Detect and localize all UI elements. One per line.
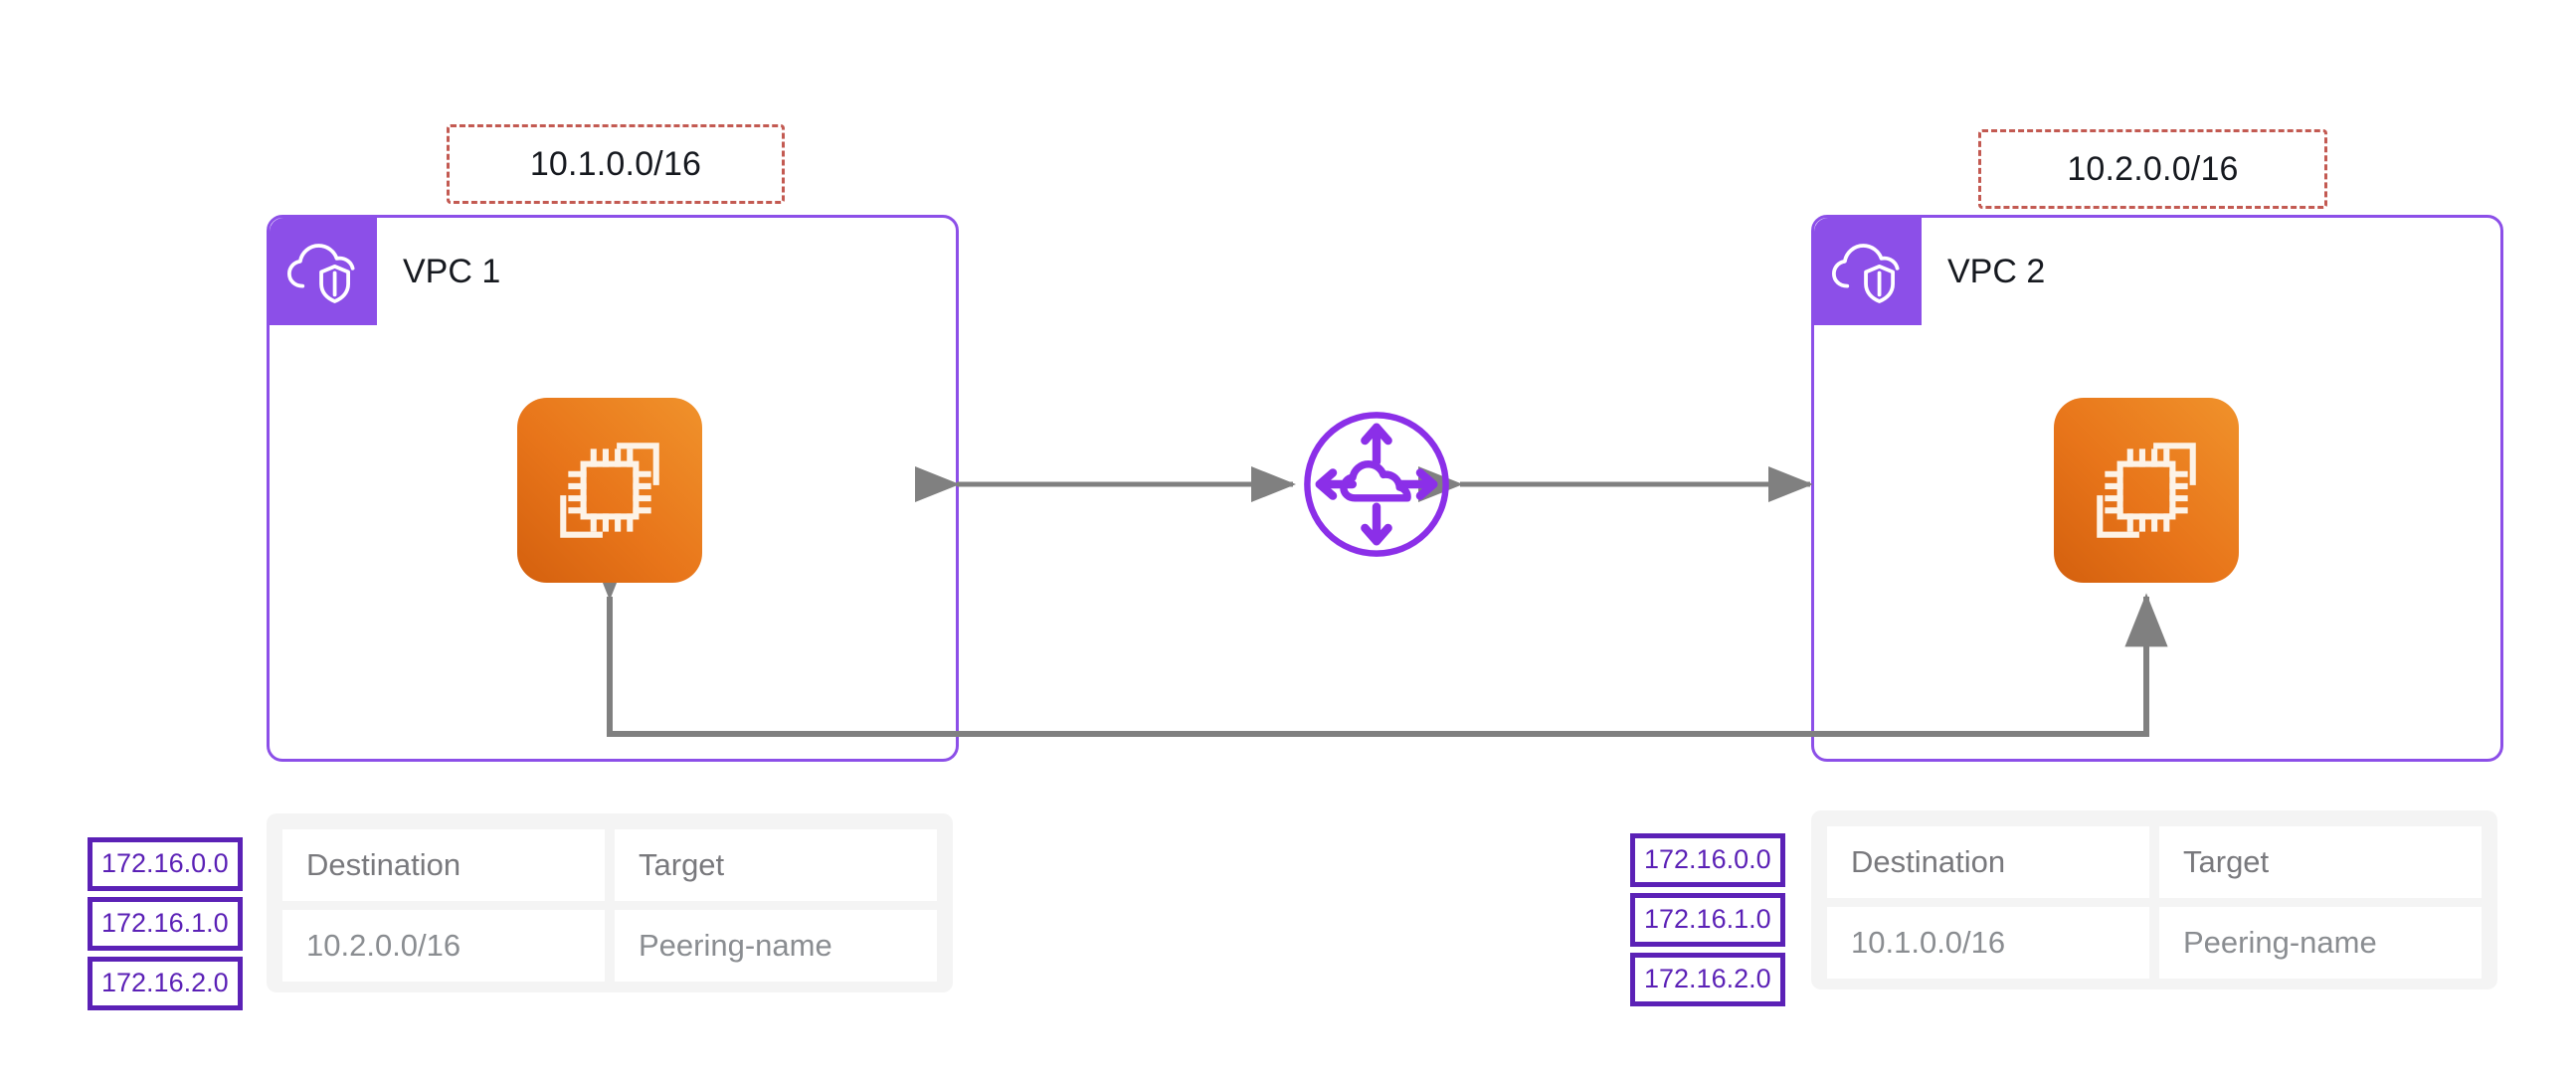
subnet-badge[interactable]: 172.16.1.0 bbox=[1630, 893, 1785, 947]
table-header-row: Destination Target bbox=[1827, 826, 2482, 898]
subnet-badge[interactable]: 172.16.0.0 bbox=[88, 837, 243, 891]
vpc-header-1: VPC 1 bbox=[270, 218, 500, 325]
subnet-badge[interactable]: 172.16.2.0 bbox=[1630, 953, 1785, 1006]
vpc-title-2: VPC 2 bbox=[1947, 252, 2046, 290]
column-header-target: Target bbox=[2159, 826, 2482, 898]
table-row[interactable]: 10.1.0.0/16 Peering-name bbox=[1827, 907, 2482, 979]
route-table-vpc1: Destination Target 10.2.0.0/16 Peering-n… bbox=[267, 813, 953, 992]
vpc-title-1: VPC 1 bbox=[403, 252, 501, 290]
vpc-cloud-shield-icon bbox=[270, 218, 377, 325]
cell-destination: 10.1.0.0/16 bbox=[1827, 907, 2149, 979]
subnet-list-vpc1: 172.16.0.0 172.16.1.0 172.16.2.0 bbox=[88, 837, 243, 1010]
subnet-list-vpc2: 172.16.0.0 172.16.1.0 172.16.2.0 bbox=[1630, 833, 1785, 1006]
subnet-badge[interactable]: 172.16.2.0 bbox=[88, 957, 243, 1010]
cidr-label-vpc2-text: 10.2.0.0/16 bbox=[2067, 149, 2239, 188]
cidr-label-vpc1: 10.1.0.0/16 bbox=[447, 124, 785, 204]
vpc-peering-connection-icon[interactable] bbox=[1298, 406, 1455, 563]
cidr-label-vpc1-text: 10.1.0.0/16 bbox=[529, 144, 702, 183]
route-table-vpc2: Destination Target 10.1.0.0/16 Peering-n… bbox=[1811, 810, 2497, 989]
cell-target: Peering-name bbox=[615, 910, 937, 982]
cell-target: Peering-name bbox=[2159, 907, 2482, 979]
column-header-destination: Destination bbox=[282, 829, 605, 901]
column-header-target: Target bbox=[615, 829, 937, 901]
vpc-cloud-shield-icon bbox=[1814, 218, 1922, 325]
subnet-badge[interactable]: 172.16.1.0 bbox=[88, 897, 243, 951]
table-header-row: Destination Target bbox=[282, 829, 937, 901]
ec2-instances-icon-vpc1[interactable] bbox=[517, 398, 702, 583]
subnet-badge[interactable]: 172.16.0.0 bbox=[1630, 833, 1785, 887]
diagram-canvas: peering icon left --> VPC2 left edge -->… bbox=[0, 0, 2576, 1076]
cidr-label-vpc2: 10.2.0.0/16 bbox=[1978, 129, 2327, 209]
vpc-header-2: VPC 2 bbox=[1814, 218, 2045, 325]
table-row[interactable]: 10.2.0.0/16 Peering-name bbox=[282, 910, 937, 982]
ec2-instances-icon-vpc2[interactable] bbox=[2054, 398, 2239, 583]
cell-destination: 10.2.0.0/16 bbox=[282, 910, 605, 982]
column-header-destination: Destination bbox=[1827, 826, 2149, 898]
